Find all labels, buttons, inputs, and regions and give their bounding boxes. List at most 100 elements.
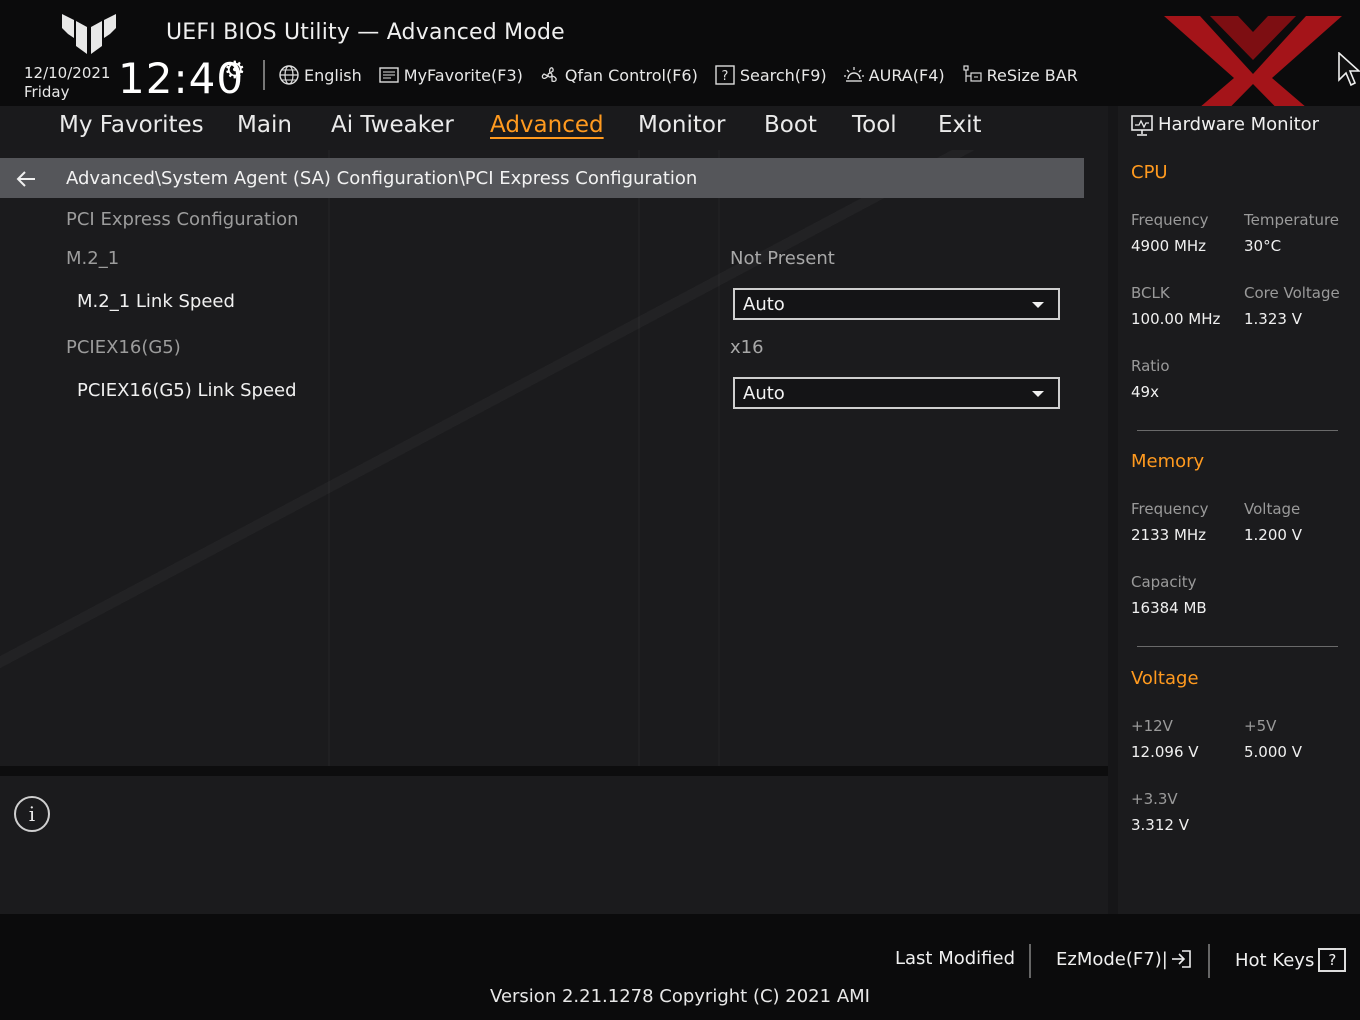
mouse-cursor-icon — [1338, 52, 1360, 87]
panel-decoration — [0, 150, 1108, 766]
footer-divider — [1208, 944, 1210, 978]
footer-divider — [1029, 944, 1031, 978]
pciex16-label: PCIEX16(G5) — [66, 337, 181, 358]
m2-1-link-speed-value: Auto — [743, 293, 785, 315]
tab-ai-tweaker[interactable]: Ai Tweaker — [331, 112, 454, 138]
tab-main[interactable]: Main — [237, 112, 292, 138]
footer-bar: Last Modified EzMode(F7)| Hot Keys ? Ver… — [0, 914, 1360, 1020]
hw-divider — [1137, 430, 1338, 431]
header-bar: UEFI BIOS Utility — Advanced Mode 12/10/… — [0, 0, 1360, 138]
m2-1-link-speed-select[interactable]: Auto — [733, 288, 1060, 320]
qfan-label: Qfan Control(F6) — [564, 65, 698, 85]
v5-label: +5V — [1244, 717, 1277, 735]
aura-icon — [843, 64, 865, 86]
pciex16-status: x16 — [730, 337, 764, 358]
info-icon: i — [14, 796, 50, 832]
core-voltage-label: Core Voltage — [1244, 284, 1340, 302]
m2-1-status: Not Present — [730, 248, 835, 269]
bclk-value: 100.00 MHz — [1131, 310, 1221, 328]
tab-exit[interactable]: Exit — [938, 112, 982, 138]
header-toolbar: English MyFavorite(F3) Qfan Control(F6) … — [278, 62, 1094, 88]
hot-keys-button[interactable]: Hot Keys ? — [1235, 948, 1347, 972]
date-display: 12/10/2021 Friday — [24, 64, 110, 102]
favorite-icon — [378, 64, 400, 86]
last-modified-button[interactable]: Last Modified — [895, 948, 1015, 969]
m2-1-link-speed-label[interactable]: M.2_1 Link Speed — [77, 291, 235, 312]
aura-label: AURA(F4) — [868, 65, 945, 85]
hw-monitor-title: Hardware Monitor — [1158, 114, 1320, 135]
myfavorite-button[interactable]: MyFavorite(F3) — [378, 62, 523, 88]
pciex16-link-speed-label[interactable]: PCIEX16(G5) Link Speed — [77, 380, 297, 401]
ezmode-label: EzMode(F7)| — [1056, 948, 1168, 970]
back-arrow-icon — [16, 171, 35, 187]
section-title: PCI Express Configuration — [66, 209, 299, 230]
chevron-down-icon — [1032, 302, 1044, 308]
aura-button[interactable]: AURA(F4) — [843, 62, 945, 88]
help-info-panel: i — [0, 776, 1108, 914]
ezmode-button[interactable]: EzMode(F7)| — [1056, 948, 1194, 970]
m2-1-label: M.2_1 — [66, 248, 120, 269]
voltage-heading: Voltage — [1131, 668, 1199, 689]
chevron-down-icon — [1032, 391, 1044, 397]
tab-boot[interactable]: Boot — [764, 112, 817, 138]
resize-bar-button[interactable]: ReSize BAR — [961, 62, 1078, 88]
memory-heading: Memory — [1131, 451, 1205, 472]
v5-value: 5.000 V — [1244, 743, 1302, 761]
capacity-value: 16384 MB — [1131, 599, 1207, 617]
capacity-label: Capacity — [1131, 573, 1197, 591]
resize-bar-label: ReSize BAR — [986, 65, 1078, 85]
mem-frequency-label: Frequency — [1131, 500, 1209, 518]
v12-value: 12.096 V — [1131, 743, 1199, 761]
panel-divider — [0, 766, 1108, 776]
settings-gear-icon[interactable]: ⚙ — [224, 56, 246, 84]
help-question-icon: ? — [1318, 948, 1347, 972]
tab-advanced[interactable]: Advanced — [490, 112, 604, 138]
app-title: UEFI BIOS Utility — Advanced Mode — [166, 20, 565, 45]
hot-keys-label: Hot Keys — [1235, 949, 1315, 971]
v33-value: 3.312 V — [1131, 816, 1189, 834]
language-label: English — [304, 65, 362, 85]
mem-voltage-value: 1.200 V — [1244, 526, 1302, 544]
date-text: 12/10/2021 — [24, 64, 111, 82]
ratio-label: Ratio — [1131, 357, 1170, 375]
pciex16-link-speed-value: Auto — [743, 382, 785, 404]
mem-frequency-value: 2133 MHz — [1131, 526, 1207, 544]
qfan-control-button[interactable]: Qfan Control(F6) — [539, 62, 698, 88]
tuf-logo — [62, 14, 116, 54]
day-text: Friday — [24, 83, 70, 101]
main-nav-tabs: My Favorites Main Ai Tweaker Advanced Mo… — [0, 106, 1108, 150]
ratio-value: 49x — [1131, 383, 1159, 401]
hardware-monitor-panel: Hardware Monitor CPU Frequency 4900 MHz … — [1118, 106, 1360, 914]
resize-bar-icon — [961, 64, 983, 86]
cpu-heading: CPU — [1131, 162, 1168, 183]
language-button[interactable]: English — [278, 62, 362, 88]
v33-label: +3.3V — [1131, 790, 1178, 808]
tab-tool[interactable]: Tool — [852, 112, 897, 138]
svg-text:?: ? — [721, 69, 728, 84]
v12-label: +12V — [1131, 717, 1173, 735]
header-divider — [263, 60, 265, 90]
fan-icon — [539, 64, 561, 86]
breadcrumb-bar: Advanced\System Agent (SA) Configuration… — [0, 158, 1084, 198]
monitor-icon — [1131, 115, 1153, 136]
tab-monitor[interactable]: Monitor — [638, 112, 725, 138]
search-label: Search(F9) — [739, 65, 827, 85]
pciex16-link-speed-select[interactable]: Auto — [733, 377, 1060, 409]
cpu-temperature-value: 30°C — [1244, 237, 1282, 255]
mem-voltage-label: Voltage — [1244, 500, 1301, 518]
bclk-label: BCLK — [1131, 284, 1170, 302]
exit-arrow-icon — [1171, 950, 1191, 968]
hw-divider — [1137, 646, 1338, 647]
globe-icon — [278, 64, 300, 86]
search-button[interactable]: ? Search(F9) — [714, 62, 827, 88]
cpu-temperature-label: Temperature — [1244, 211, 1340, 229]
breadcrumb: Advanced\System Agent (SA) Configuration… — [66, 167, 698, 189]
cpu-frequency-value: 4900 MHz — [1131, 237, 1207, 255]
tab-my-favorites[interactable]: My Favorites — [59, 112, 204, 138]
core-voltage-value: 1.323 V — [1244, 310, 1302, 328]
search-help-icon: ? — [714, 64, 736, 86]
cpu-frequency-label: Frequency — [1131, 211, 1209, 229]
myfavorite-label: MyFavorite(F3) — [403, 65, 523, 85]
version-text: Version 2.21.1278 Copyright (C) 2021 AMI — [490, 986, 870, 1007]
back-button[interactable] — [0, 158, 50, 198]
